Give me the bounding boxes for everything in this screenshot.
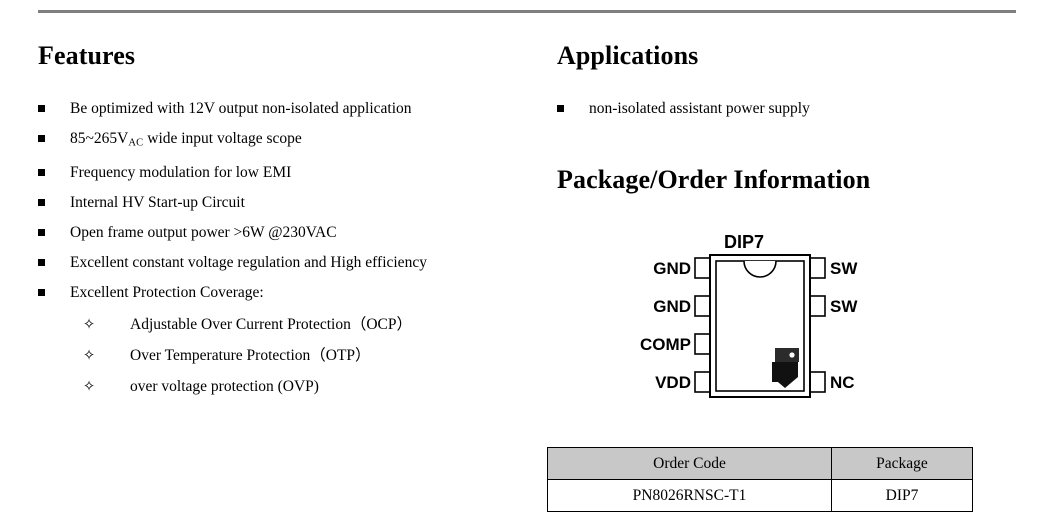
list-item: 85~265VAC wide input voltage scope bbox=[38, 124, 518, 158]
square-bullet-icon bbox=[557, 105, 564, 112]
list-item: Open frame output power >6W @230VAC bbox=[38, 218, 518, 248]
pin-label-right-1: SW bbox=[830, 259, 858, 278]
protection-text: over voltage protection (OVP) bbox=[130, 378, 319, 395]
pin-label-left-3: COMP bbox=[640, 335, 691, 354]
diamond-bullet-icon: ✧ bbox=[82, 377, 96, 395]
pin-label-right-2: SW bbox=[830, 297, 858, 316]
square-bullet-icon bbox=[38, 105, 45, 112]
voltage-range-value: 85~265V bbox=[70, 130, 129, 147]
list-item: Frequency modulation for low EMI bbox=[38, 158, 518, 188]
features-heading: Features bbox=[38, 41, 136, 70]
cell-order-code: PN8026RNSC-T1 bbox=[547, 479, 832, 512]
package-order-information-heading: Package/Order Information bbox=[557, 165, 871, 194]
column-header-package: Package bbox=[831, 447, 973, 480]
feature-text: Open frame output power >6W @230VAC bbox=[70, 224, 337, 242]
feature-text: Be optimized with 12V output non-isolate… bbox=[70, 100, 412, 117]
list-item: Excellent Protection Coverage: bbox=[38, 278, 518, 308]
dip7-title-label: DIP7 bbox=[724, 232, 764, 252]
applications-heading: Applications bbox=[557, 41, 699, 70]
square-bullet-icon bbox=[38, 169, 45, 177]
list-item: Internal HV Start-up Circuit bbox=[38, 188, 518, 218]
list-item: ✧ over voltage protection (OVP) bbox=[82, 371, 522, 402]
square-bullet-icon bbox=[38, 229, 45, 237]
pin-label-right-3: NC bbox=[830, 373, 855, 392]
right-pin-labels: SW SW NC bbox=[830, 259, 858, 392]
dip7-package-diagram: DIP7 GND GND COMP VDD SW SW NC bbox=[620, 225, 920, 415]
features-column: Features Be optimized with 12V output no… bbox=[0, 0, 530, 511]
application-text: non-isolated assistant power supply bbox=[589, 100, 810, 117]
list-item: Be optimized with 12V output non-isolate… bbox=[38, 94, 518, 124]
square-bullet-icon bbox=[38, 259, 45, 267]
protection-text: Over Temperature Protection（OTP） bbox=[130, 347, 371, 364]
pin-label-left-4: VDD bbox=[655, 373, 691, 392]
applications-list: non-isolated assistant power supply bbox=[557, 94, 1027, 124]
feature-text: Internal HV Start-up Circuit bbox=[70, 194, 245, 212]
diamond-bullet-icon: ✧ bbox=[82, 346, 96, 364]
list-item: Excellent constant voltage regulation an… bbox=[38, 248, 518, 278]
features-list: Be optimized with 12V output non-isolate… bbox=[38, 94, 518, 308]
feature-text: Frequency modulation for low EMI bbox=[70, 164, 292, 182]
voltage-range-suffix: wide input voltage scope bbox=[143, 130, 302, 147]
cell-package: DIP7 bbox=[831, 479, 973, 512]
list-item: non-isolated assistant power supply bbox=[557, 94, 1027, 124]
feature-text: Excellent Protection Coverage: bbox=[70, 284, 264, 302]
table-row: PN8026RNSC-T1 DIP7 bbox=[547, 479, 973, 512]
protection-sublist: ✧ Adjustable Over Current Protection（OCP… bbox=[82, 309, 522, 402]
left-pin-labels: GND GND COMP VDD bbox=[640, 259, 691, 392]
table-header-row: Order Code Package bbox=[547, 447, 973, 480]
order-information-table: Order Code Package PN8026RNSC-T1 DIP7 bbox=[547, 447, 973, 512]
pin-label-left-1: GND bbox=[653, 259, 691, 278]
dip7-package-svg: DIP7 GND GND COMP VDD SW SW NC bbox=[640, 232, 858, 398]
list-item: ✧ Over Temperature Protection（OTP） bbox=[82, 340, 522, 371]
pin-label-left-2: GND bbox=[653, 297, 691, 316]
square-bullet-icon bbox=[38, 289, 45, 297]
list-item: ✧ Adjustable Over Current Protection（OCP… bbox=[82, 309, 522, 340]
protection-text: Adjustable Over Current Protection（OCP） bbox=[130, 316, 412, 333]
feature-text: 85~265VAC wide input voltage scope bbox=[38, 124, 302, 158]
square-bullet-icon bbox=[38, 135, 45, 142]
voltage-ac-subscript: AC bbox=[128, 137, 144, 149]
column-header-order-code: Order Code bbox=[547, 447, 832, 480]
diamond-bullet-icon: ✧ bbox=[82, 315, 96, 333]
feature-text: Excellent constant voltage regulation an… bbox=[70, 254, 427, 272]
square-bullet-icon bbox=[38, 199, 45, 207]
